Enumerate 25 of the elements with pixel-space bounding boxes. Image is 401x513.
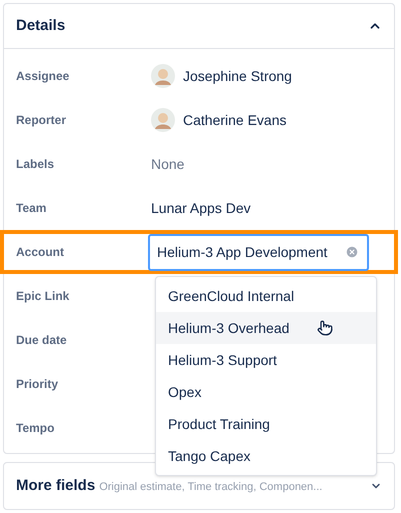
user-name: Josephine Strong bbox=[183, 66, 292, 86]
field-value: None bbox=[151, 154, 184, 174]
dropdown-option[interactable]: Product Training bbox=[156, 408, 376, 440]
account-select[interactable]: Helium-3 App Development bbox=[148, 234, 369, 270]
field-value: Lunar Apps Dev bbox=[151, 198, 251, 218]
field-label: Tempo bbox=[15, 420, 56, 437]
dropdown-option[interactable]: Helium-3 Overhead bbox=[156, 312, 376, 344]
more-fields-title: More fields bbox=[16, 476, 96, 496]
field-label: Labels bbox=[15, 156, 56, 173]
dropdown-option[interactable]: GreenCloud Internal bbox=[156, 280, 376, 312]
avatar-icon bbox=[151, 64, 175, 88]
field-label: Reporter bbox=[15, 112, 68, 129]
field-label: Priority bbox=[15, 376, 60, 393]
avatar-icon bbox=[151, 108, 175, 132]
field-label: Account bbox=[15, 244, 65, 261]
dropdown-option[interactable]: Helium-3 Support bbox=[156, 344, 376, 376]
field-label: Assignee bbox=[15, 68, 70, 85]
field-label: Due date bbox=[15, 332, 68, 349]
dropdown-option[interactable]: Opex bbox=[156, 376, 376, 408]
field-label: Team bbox=[15, 200, 48, 217]
user-name: Catherine Evans bbox=[183, 110, 287, 130]
details-header[interactable]: Details bbox=[4, 4, 394, 49]
more-fields-summary: Original estimate, Time tracking, Componen... bbox=[99, 480, 322, 495]
field-label: Epic Link bbox=[15, 288, 70, 305]
hand-cursor-icon bbox=[317, 320, 333, 336]
